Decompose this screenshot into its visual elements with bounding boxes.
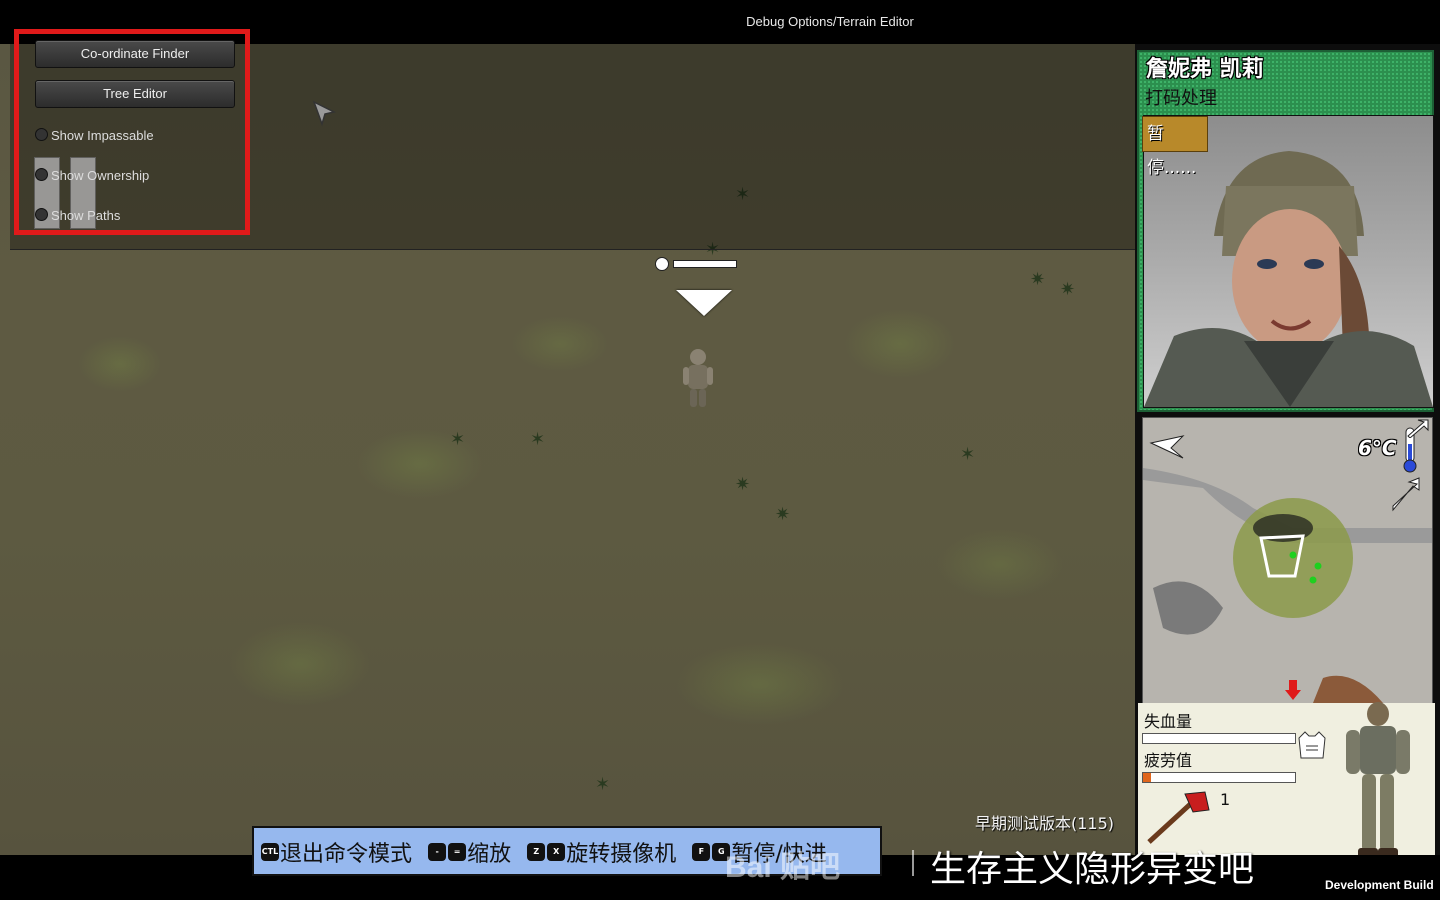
- bush: ✷: [735, 474, 751, 495]
- show-paths-toggle[interactable]: Show Paths: [35, 208, 120, 223]
- hint-exit-command: 退出命令模式: [280, 842, 413, 867]
- toggle-radio-icon: [35, 168, 48, 181]
- bush: ✷: [1030, 269, 1046, 290]
- tree-editor-button[interactable]: Tree Editor: [35, 80, 235, 108]
- unit-selection-dot: [655, 257, 669, 271]
- show-impassable-toggle[interactable]: Show Impassable: [35, 128, 154, 143]
- character-status: 打码处理: [1145, 88, 1217, 109]
- show-ownership-label: Show Ownership: [51, 168, 150, 183]
- key-f: F: [692, 843, 711, 861]
- unit-marker-arrow-icon: [676, 290, 732, 316]
- hint-rotate-camera: 旋转摄像机: [566, 842, 677, 867]
- development-build-label: Development Build: [1325, 878, 1434, 892]
- item-count: 1: [1220, 790, 1231, 809]
- pause-badge: 暂停......: [1142, 116, 1208, 178]
- hint-zoom: 缩放: [467, 842, 512, 867]
- coordinate-finder-button[interactable]: Co-ordinate Finder: [35, 40, 235, 68]
- show-ownership-toggle[interactable]: Show Ownership: [35, 168, 149, 183]
- fatigue-fill: [1143, 773, 1151, 782]
- soldier-unit[interactable]: [680, 345, 716, 409]
- bush: ✶: [595, 774, 611, 795]
- bush: ✷: [775, 504, 791, 525]
- fatigue-bar: [1142, 772, 1296, 783]
- minimap-terrain: [1143, 418, 1432, 703]
- bush: ✶: [530, 429, 546, 450]
- expand-arrow-icon[interactable]: [1406, 418, 1430, 438]
- temperature-readout: 6°C: [1358, 436, 1397, 460]
- key-ctl: CTL: [261, 843, 279, 861]
- key-z: Z: [527, 843, 546, 861]
- key-x: X: [547, 843, 566, 861]
- character-name: 詹妮弗 凯莉: [1146, 57, 1264, 82]
- toggle-radio-icon: [35, 208, 48, 221]
- watermark-separator: [912, 850, 914, 876]
- watermark-text: 生存主义隐形异变吧: [930, 849, 1255, 890]
- unit-health-bar: [673, 260, 737, 268]
- character-figure[interactable]: [1332, 698, 1424, 860]
- vest-icon[interactable]: [1297, 730, 1327, 760]
- toggle-radio-icon: [35, 128, 48, 141]
- version-label: 早期测试版本(115): [975, 814, 1115, 833]
- bush: ✶: [450, 429, 466, 450]
- bush: ✶: [960, 444, 976, 465]
- show-paths-label: Show Paths: [51, 208, 121, 223]
- debug-options-panel: Co-ordinate Finder Tree Editor Show Impa…: [14, 29, 250, 235]
- window-title: Debug Options/Terrain Editor: [746, 14, 914, 29]
- bush: ✷: [1060, 279, 1076, 300]
- fatigue-label: 疲劳值: [1144, 751, 1193, 770]
- unit-health-indicator: [655, 257, 737, 271]
- mouse-cursor-icon: [312, 100, 337, 127]
- minimap[interactable]: [1142, 417, 1433, 704]
- axe-icon[interactable]: [1145, 790, 1215, 846]
- key-minus: -: [428, 843, 447, 861]
- baidu-tieba-watermark-logo: Bai 贴吧: [725, 851, 841, 884]
- blood-loss-bar: [1142, 733, 1296, 744]
- key-equals: =: [448, 843, 467, 861]
- show-impassable-label: Show Impassable: [51, 128, 154, 143]
- blood-loss-label: 失血量: [1144, 712, 1193, 731]
